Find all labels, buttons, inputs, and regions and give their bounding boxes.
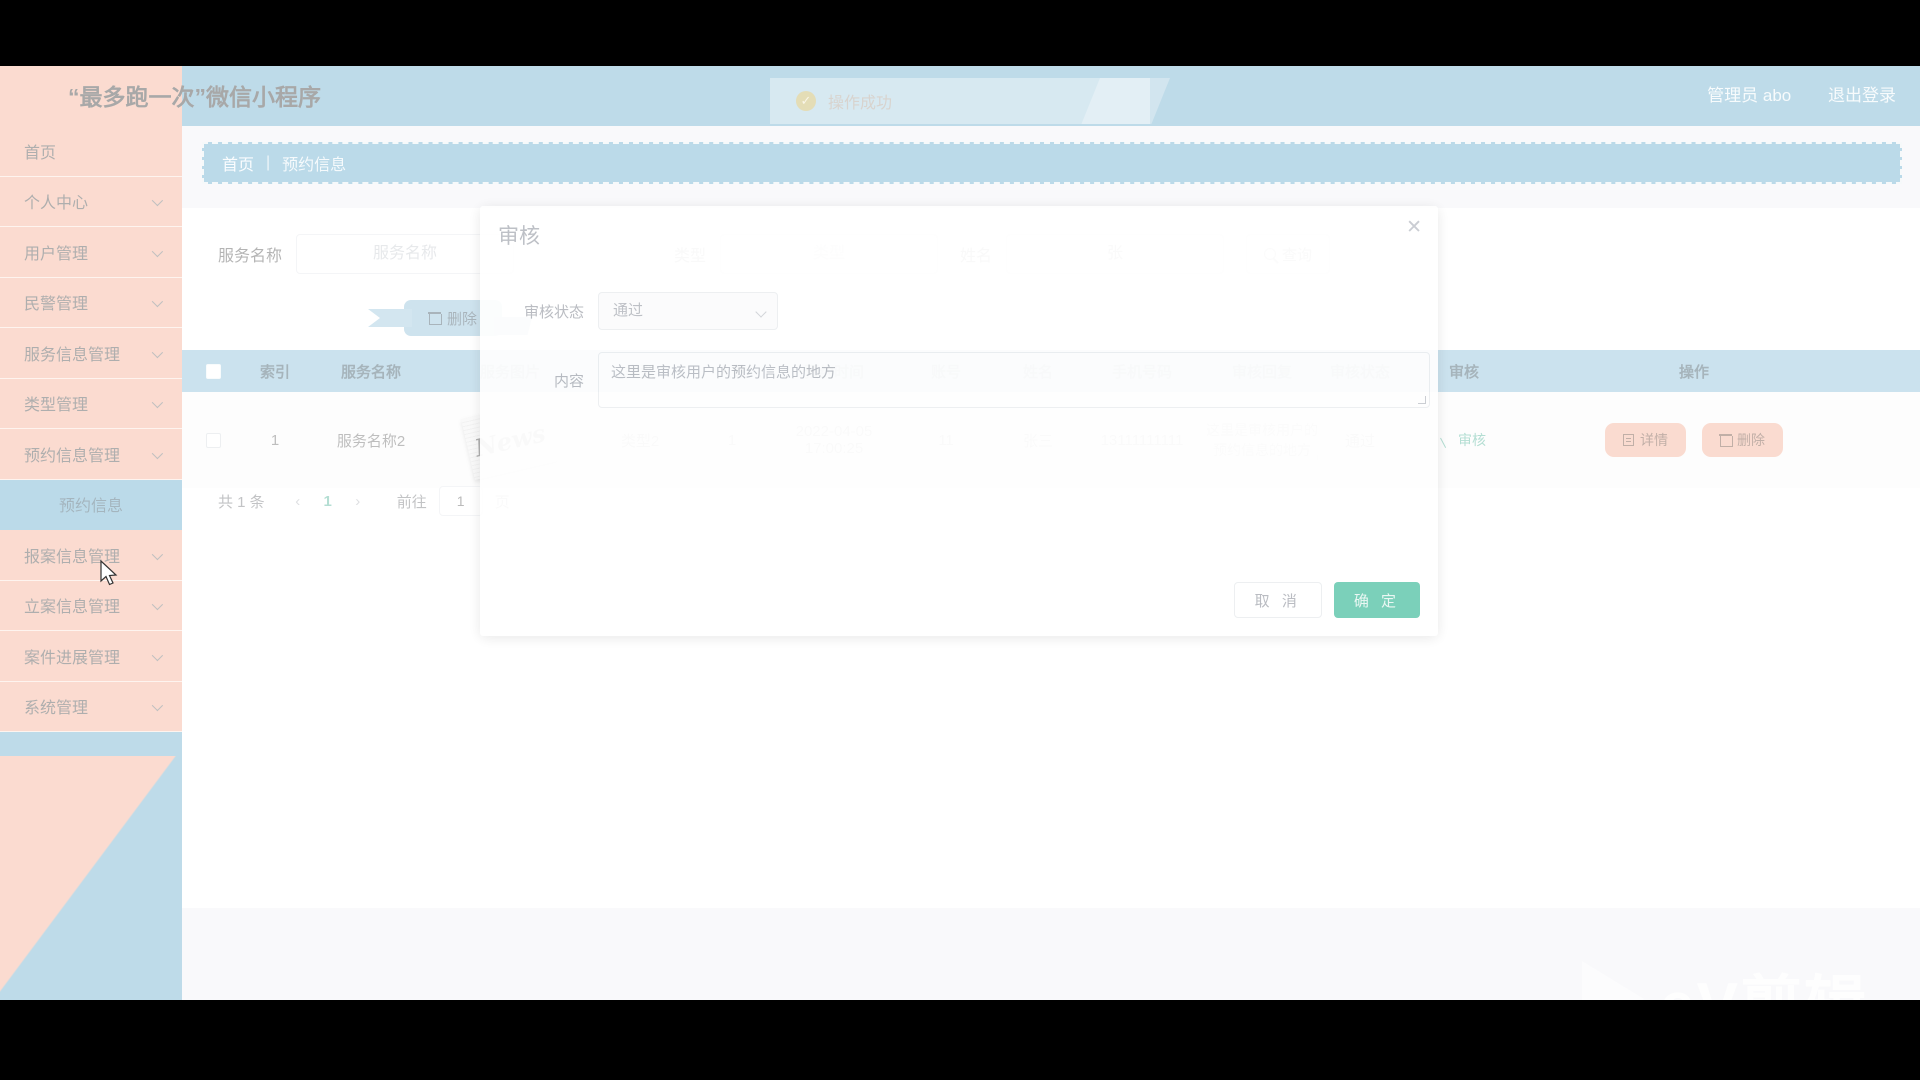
dialog-field-content: 内容 这里是审核用户的预约信息的地方 (480, 352, 1438, 408)
letterbox-top (0, 0, 1920, 66)
audit-dialog: 审核 ✕ 审核状态 通过 内容 这里是审核用户的预约信息的地方 取 消 确 定 (480, 206, 1438, 636)
cancel-button[interactable]: 取 消 (1233, 582, 1322, 618)
status-label: 审核状态 (523, 303, 584, 321)
letterbox-bottom (0, 1000, 1920, 1080)
close-icon[interactable]: ✕ (1406, 218, 1422, 237)
dialog-footer: 取 消 确 定 (1233, 582, 1420, 618)
dialog-field-status: 审核状态 通过 (480, 292, 1438, 330)
dialog-body: 审核状态 通过 内容 这里是审核用户的预约信息的地方 (480, 254, 1438, 430)
dialog-title: 审核 (498, 225, 540, 248)
confirm-button[interactable]: 确 定 (1333, 582, 1420, 618)
status-select[interactable]: 通过 (598, 292, 778, 330)
screen-root: “最多跑一次”微信小程序 ✓ 操作成功 管理员 abo 退出登录 首页个人中心用… (0, 0, 1920, 1080)
application-window: “最多跑一次”微信小程序 ✓ 操作成功 管理员 abo 退出登录 首页个人中心用… (0, 66, 1920, 1000)
status-select-value: 通过 (613, 302, 644, 319)
content-label: 内容 (553, 372, 584, 390)
chevron-down-icon (755, 306, 767, 318)
content-textarea[interactable]: 这里是审核用户的预约信息的地方 (598, 352, 1430, 408)
